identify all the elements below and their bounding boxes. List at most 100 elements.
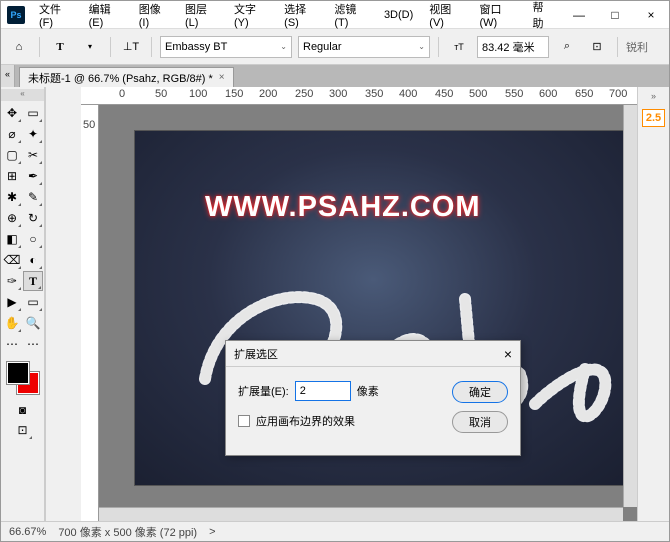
- ok-button[interactable]: 确定: [452, 381, 508, 403]
- menu-layer[interactable]: 图层(L): [177, 1, 226, 29]
- edit-toolbar[interactable]: ⋯: [2, 334, 22, 354]
- gradient-tool[interactable]: ◧: [2, 229, 22, 249]
- menu-help[interactable]: 帮助: [524, 1, 561, 29]
- clone-tool[interactable]: ⊕: [2, 208, 22, 228]
- left-panel-strip[interactable]: [45, 87, 81, 521]
- window-controls: — □ ×: [561, 1, 669, 29]
- vertical-scrollbar[interactable]: [623, 105, 637, 507]
- options-bar: ⌂ T ▾ ⊥T Embassy BT⌄ Regular⌄ тT 83.42 毫…: [1, 29, 669, 65]
- menu-file[interactable]: 文件(F): [31, 1, 81, 29]
- history-brush-tool[interactable]: ↻: [23, 208, 43, 228]
- watermark-text: WWW.PSAHZ.COM: [205, 191, 481, 224]
- menu-edit[interactable]: 编辑(E): [81, 1, 131, 29]
- minimize-button[interactable]: —: [561, 1, 597, 29]
- font-size-icon: тT: [447, 35, 471, 59]
- cancel-button[interactable]: 取消: [452, 411, 508, 433]
- eyedropper-tool[interactable]: ✒: [23, 166, 43, 186]
- type-tool-preset-icon[interactable]: T: [48, 35, 72, 59]
- menu-select[interactable]: 选择(S): [276, 1, 326, 29]
- menu-window[interactable]: 窗口(W): [471, 1, 524, 29]
- search-icon[interactable]: ⌕: [555, 35, 579, 59]
- apply-canvas-bounds-label: 应用画布边界的效果: [256, 413, 355, 429]
- horizontal-ruler[interactable]: 0 50 100 150 200 250 300 350 400 450 500…: [81, 87, 637, 105]
- collapse-icon[interactable]: »: [651, 91, 656, 101]
- chevron-down-icon[interactable]: ▾: [78, 35, 102, 59]
- maximize-button[interactable]: □: [597, 1, 633, 29]
- more-tools[interactable]: ⋯: [23, 334, 43, 354]
- document-tab[interactable]: 未标题-1 @ 66.7% (Psahz, RGB/8#) * ×: [19, 67, 234, 87]
- antialias-label: 锐利: [626, 39, 648, 55]
- expand-selection-dialog: 扩展选区 × 扩展量(E): 像素 应用画布边界的效果 确定 取消: [225, 340, 521, 456]
- frame-tool[interactable]: ⊞: [2, 166, 22, 186]
- font-style-select[interactable]: Regular⌄: [298, 36, 430, 58]
- blur-tool[interactable]: ○: [23, 229, 43, 249]
- dialog-close-icon[interactable]: ×: [504, 346, 512, 362]
- app-logo: Ps: [7, 6, 25, 24]
- apply-canvas-bounds-checkbox[interactable]: [238, 415, 250, 427]
- home-icon[interactable]: ⌂: [7, 35, 31, 59]
- canvas-viewport[interactable]: WWW.PSAHZ.COM: [99, 105, 637, 521]
- font-size-input[interactable]: 83.42 毫米: [477, 36, 549, 58]
- zoom-level[interactable]: 66.67%: [9, 526, 46, 538]
- ruler-tick: 500: [469, 88, 487, 100]
- ruler-tick: 100: [189, 88, 207, 100]
- menu-filter[interactable]: 滤镜(T): [326, 1, 376, 29]
- hand-tool[interactable]: ✋: [2, 313, 22, 333]
- lasso-tool[interactable]: ⌀: [2, 124, 22, 144]
- path-select-tool[interactable]: ▶: [2, 292, 22, 312]
- ruler-tick: 200: [259, 88, 277, 100]
- screen-mode-icon[interactable]: ⊡: [13, 420, 33, 440]
- panel-value[interactable]: 2.5: [642, 109, 665, 127]
- font-size-value: 83.42 毫米: [482, 39, 535, 55]
- ruler-tick: 550: [505, 88, 523, 100]
- move-tool[interactable]: ✥: [2, 103, 22, 123]
- toolbox: « ✥ ▭ ⌀ ✦ ▢ ✂ ⊞ ✒ ✱ ✎ ⊕ ↻ ◧ ○ ⌫ ◐ ✑ T ▶ …: [1, 87, 45, 521]
- dodge-tool[interactable]: ◐: [23, 250, 43, 270]
- menu-3d[interactable]: 3D(D): [376, 1, 421, 29]
- menu-view[interactable]: 视图(V): [421, 1, 471, 29]
- pen-tool[interactable]: ✑: [2, 271, 22, 291]
- font-style-value: Regular: [303, 41, 342, 53]
- expand-by-label: 扩展量(E):: [238, 383, 289, 399]
- document-info[interactable]: 700 像素 x 500 像素 (72 ppi): [58, 524, 197, 540]
- healing-tool[interactable]: ✱: [2, 187, 22, 207]
- menu-image[interactable]: 图像(I): [131, 1, 177, 29]
- quick-mask-icon[interactable]: ◙: [13, 400, 33, 420]
- close-tab-icon[interactable]: ×: [219, 72, 225, 83]
- menu-type[interactable]: 文字(Y): [226, 1, 276, 29]
- right-panel: » 2.5: [637, 87, 669, 521]
- brush-tool[interactable]: ✎: [23, 187, 43, 207]
- shape-tool[interactable]: ▭: [23, 292, 43, 312]
- marquee-tool[interactable]: ▢: [2, 145, 22, 165]
- ruler-tick: 50: [155, 88, 167, 100]
- type-tool[interactable]: T: [23, 271, 43, 291]
- info-arrow-icon[interactable]: >: [209, 526, 215, 538]
- document-tab-bar: 未标题-1 @ 66.7% (Psahz, RGB/8#) * ×: [15, 65, 669, 87]
- magic-wand-tool[interactable]: ✦: [23, 124, 43, 144]
- dialog-titlebar[interactable]: 扩展选区 ×: [226, 341, 520, 367]
- title-bar: Ps 文件(F) 编辑(E) 图像(I) 图层(L) 文字(Y) 选择(S) 滤…: [1, 1, 669, 29]
- font-family-select[interactable]: Embassy BT⌄: [160, 36, 292, 58]
- artboard-tool[interactable]: ▭: [23, 103, 43, 123]
- crop-tool[interactable]: ✂: [23, 145, 43, 165]
- collapse-icon[interactable]: «: [1, 89, 44, 101]
- zoom-tool[interactable]: 🔍: [23, 313, 43, 333]
- ruler-tick: 350: [365, 88, 383, 100]
- text-orientation-icon[interactable]: ⊥T: [119, 35, 143, 59]
- close-button[interactable]: ×: [633, 1, 669, 29]
- color-swatches[interactable]: [5, 360, 41, 396]
- collapse-toolbar-icon[interactable]: «: [1, 65, 15, 87]
- horizontal-scrollbar[interactable]: [99, 507, 623, 521]
- ruler-tick: 300: [329, 88, 347, 100]
- settings-icon[interactable]: ⊡: [585, 35, 609, 59]
- expand-by-input[interactable]: [295, 381, 351, 401]
- foreground-color-swatch[interactable]: [7, 362, 29, 384]
- ruler-tick: 0: [119, 88, 125, 100]
- eraser-tool[interactable]: ⌫: [2, 250, 22, 270]
- ruler-tick: 400: [399, 88, 417, 100]
- ruler-tick: 650: [575, 88, 593, 100]
- vertical-ruler[interactable]: 50: [81, 105, 99, 521]
- dialog-title: 扩展选区: [234, 346, 278, 362]
- ruler-tick: 700: [609, 88, 627, 100]
- main-menu: 文件(F) 编辑(E) 图像(I) 图层(L) 文字(Y) 选择(S) 滤镜(T…: [31, 1, 561, 29]
